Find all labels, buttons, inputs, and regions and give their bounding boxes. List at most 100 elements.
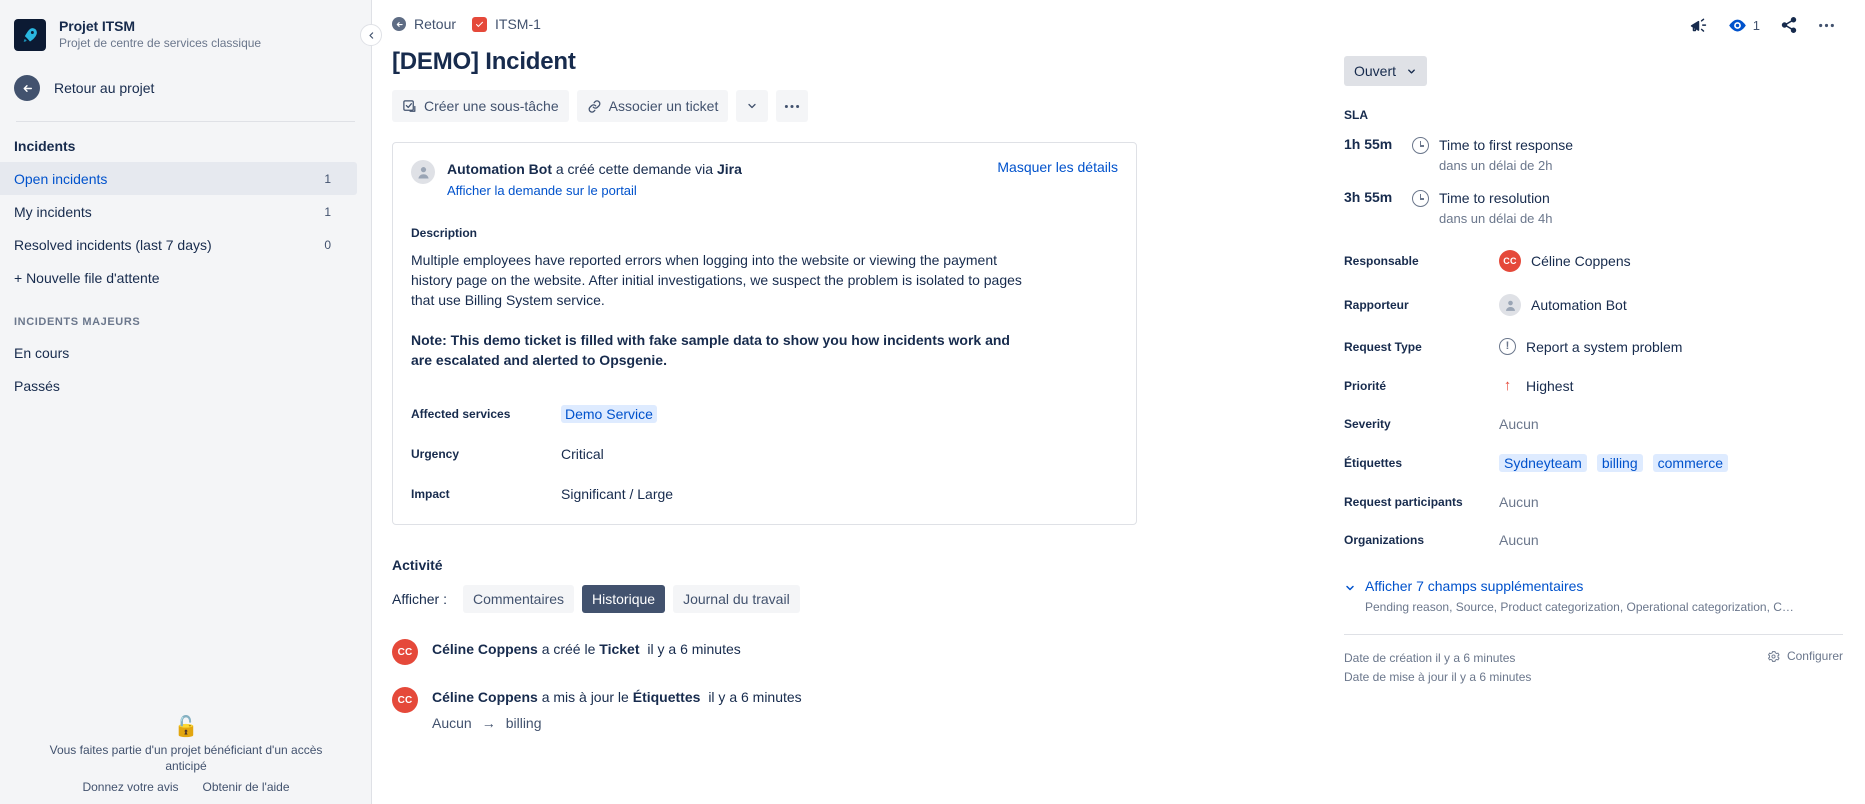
get-help-link[interactable]: Obtenir de l'aide [203,780,290,794]
person-icon [1505,300,1515,311]
chevron-down-icon [1406,66,1417,77]
avatar: CC [392,639,418,665]
description-body: Multiple employees have reported errors … [411,252,1022,308]
sla-name: Time to resolution [1439,190,1550,206]
field-value: Critical [561,446,604,462]
sidebar-footer: 🔓 Vous faites partie d'un projet bénéfic… [0,716,372,794]
field-severity[interactable]: Severity Aucun [1344,416,1843,432]
link-issue-button[interactable]: Associer un ticket [576,90,729,122]
sidebar-collapse-button[interactable] [360,24,382,46]
field-label: Rapporteur [1344,298,1409,312]
watch-count: 1 [1752,17,1760,33]
sla-target: dans un délai de 2h [1439,158,1553,173]
page-title: [DEMO] Incident [392,48,576,75]
person-icon [417,166,429,179]
description-note: Note: This demo ticket is filled with fa… [411,332,1010,368]
label-tag[interactable]: Sydneyteam [1499,454,1587,472]
field-label: Étiquettes [1344,456,1403,470]
sla-name: Time to first response [1439,137,1574,153]
project-header[interactable]: Projet ITSM Projet de centre de services… [0,0,371,61]
field-label: Urgency [411,447,460,461]
share-icon[interactable] [1780,16,1798,34]
sidebar-item-label: Resolved incidents (last 7 days) [14,236,212,253]
configure-button[interactable]: Configurer [1767,649,1843,663]
affected-service-link[interactable]: Demo Service [561,405,657,423]
sidebar-new-queue-button[interactable]: + Nouvelle file d'attente [0,261,357,294]
megaphone-icon[interactable] [1689,17,1708,34]
updated-date: Date de mise à jour il y a 6 minutes [1344,670,1532,684]
breadcrumb-back[interactable]: Retour [392,16,456,32]
field-value: Aucun [1499,532,1539,548]
field-label: Request Type [1344,339,1422,354]
hide-details-link[interactable]: Masquer les détails [997,159,1118,175]
give-feedback-link[interactable]: Donnez votre avis [82,780,178,794]
tab-worklog[interactable]: Journal du travail [673,585,800,613]
field-label: Request participants [1344,495,1463,509]
arrow-right-icon: → [481,715,496,731]
tab-history[interactable]: Historique [582,585,666,613]
label-tag[interactable]: billing [1596,454,1643,472]
field-impact: Impact Significant / Large [411,486,1118,502]
breadcrumb-issue-key[interactable]: ITSM-1 [472,16,541,32]
project-name: Projet ITSM [59,18,135,34]
field-value: Céline Coppens [1531,253,1631,269]
avatar: CC [1499,250,1521,272]
toolbar-more-actions-button[interactable] [776,90,809,122]
create-subtask-button[interactable]: Créer une sous-tâche [392,90,569,122]
watch-button[interactable]: 1 [1728,18,1760,33]
show-more-fields-link[interactable]: Afficher 7 champs supplémentaires [1365,578,1583,594]
field-priority[interactable]: Priorité ↑ Highest [1344,377,1843,394]
creator-source: Jira [716,161,742,177]
eye-icon [1728,18,1747,33]
sidebar-section-major-incidents: INCIDENTS MAJEURS [14,316,141,328]
sla-label: SLA [1344,108,1368,122]
sla-time: 1h 55m [1344,136,1393,152]
history-entry-text: Céline Coppens a mis à jour le Étiquette… [432,687,802,707]
issue-toolbar: Créer une sous-tâche Associer un ticket [392,90,1300,122]
sla-item-resolution: 3h 55m Time to resolution dans un délai … [1344,189,1843,228]
project-avatar [14,18,46,51]
field-request-type[interactable]: Request Type ! Report a system problem [1344,338,1843,355]
show-more-fields[interactable]: Afficher 7 champs supplémentaires Pendin… [1344,578,1843,614]
arrow-left-icon [14,75,40,101]
back-to-project-link[interactable]: Retour au projet [0,61,371,115]
arrow-left-icon [392,17,406,31]
avatar [411,160,435,184]
field-reporter[interactable]: Rapporteur Automation Bot [1344,294,1843,316]
sidebar-item-open-incidents[interactable]: Open incidents 1 [0,162,357,195]
history-time: il y a 6 minutes [708,689,802,705]
field-organizations[interactable]: Organizations Aucun [1344,532,1843,548]
toolbar-dropdown-button[interactable] [736,90,769,122]
alert-circle-icon: ! [1499,338,1516,355]
creator-name: Automation Bot [447,161,552,177]
field-value: Significant / Large [561,486,674,502]
field-labels[interactable]: Étiquettes Sydneyteam billing commerce [1344,454,1843,472]
history-target: Étiquettes [632,689,701,705]
field-assignee[interactable]: Responsable CC Céline Coppens [1344,250,1843,272]
card-fields: Affected services Demo Service Urgency C… [411,405,1118,502]
label-tag[interactable]: commerce [1652,454,1728,472]
history-action: a mis à jour le [541,689,629,705]
avatar [1499,294,1521,316]
history-author: Céline Coppens [432,641,538,657]
history-list: CC Céline Coppens a créé le Ticket il y … [392,639,1300,731]
ellipsis-icon [1818,23,1835,28]
field-value: Report a system problem [1526,338,1683,355]
history-entry-text: Céline Coppens a créé le Ticket il y a 6… [432,639,741,659]
app-root: Projet ITSM Projet de centre de services… [0,0,1865,804]
tab-comments[interactable]: Commentaires [463,585,575,613]
history-change: Aucun → billing [432,715,802,731]
field-label: Impact [411,487,450,501]
view-request-portal-link[interactable]: Afficher la demande sur le portail [447,183,637,198]
show-more-fields-subtitle: Pending reason, Source, Product categori… [1365,600,1795,614]
panel-more-actions-button[interactable] [1818,23,1835,28]
description-label: Description [411,226,478,240]
history-change-from: Aucun [432,715,472,731]
sidebar-section-incidents: Incidents [14,138,76,154]
field-request-participants[interactable]: Request participants Aucun [1344,494,1843,510]
sidebar-item-past[interactable]: Passés [0,369,357,402]
status-dropdown[interactable]: Ouvert [1344,56,1428,86]
sidebar-item-ongoing[interactable]: En cours [0,336,357,369]
sidebar-item-my-incidents[interactable]: My incidents 1 [0,195,357,228]
sidebar-item-resolved-incidents[interactable]: Resolved incidents (last 7 days) 0 [0,228,357,261]
